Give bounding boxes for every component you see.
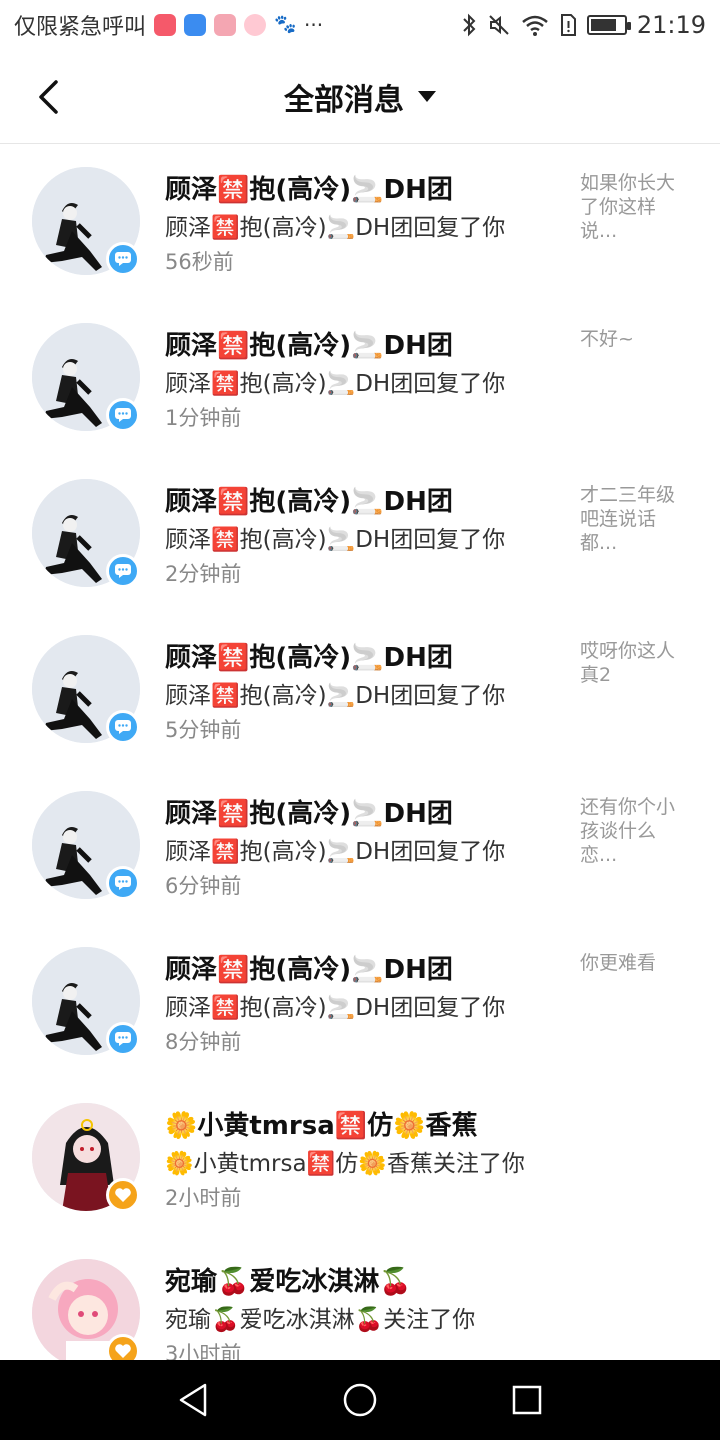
follow-heart-icon <box>106 1178 140 1212</box>
message-item[interactable]: 顾泽🈲抱(高冷)🚬DH团 顾泽🈲抱(高冷)🚬DH团回复了你 56秒前 如果你长大… <box>0 145 720 301</box>
paw-app-icon: 🐾 <box>274 14 297 36</box>
sender-name[interactable]: 顾泽🈲抱(高冷)🚬DH团 <box>165 637 453 674</box>
message-preview: 你更难看 <box>580 952 657 974</box>
status-right: 21:19 <box>461 11 706 39</box>
sender-name[interactable]: 顾泽🈲抱(高冷)🚬DH团 <box>165 793 453 830</box>
chevron-left-icon <box>39 80 58 114</box>
message-item[interactable]: 顾泽🈲抱(高冷)🚬DH团 顾泽🈲抱(高冷)🚬DH团回复了你 8分钟前 你更难看 <box>0 925 720 1081</box>
status-left: 仅限紧急呼叫 🐾 ··· <box>14 9 323 41</box>
nav-recents-button[interactable] <box>497 1370 557 1430</box>
message-preview: 才二三年级吧连说话都... <box>580 484 676 554</box>
message-item[interactable]: 顾泽🈲抱(高冷)🚬DH团 顾泽🈲抱(高冷)🚬DH团回复了你 1分钟前 不好~ <box>0 301 720 457</box>
message-list[interactable]: 顾泽🈲抱(高冷)🚬DH团 顾泽🈲抱(高冷)🚬DH团回复了你 56秒前 如果你长大… <box>0 145 720 1360</box>
page-title: 全部消息 <box>284 82 404 118</box>
carrier-text: 仅限紧急呼叫 <box>14 15 147 40</box>
shield-app-icon <box>184 14 207 36</box>
app-notification-icon <box>154 14 177 36</box>
message-description: 顾泽🈲抱(高冷)🚬DH团回复了你 <box>165 839 506 865</box>
message-item[interactable]: 顾泽🈲抱(高冷)🚬DH团 顾泽🈲抱(高冷)🚬DH团回复了你 6分钟前 还有你个小… <box>0 769 720 925</box>
status-bar: 仅限紧急呼叫 🐾 ··· 21:19 <box>0 0 720 50</box>
nav-back-button[interactable] <box>163 1370 223 1430</box>
message-preview: 如果你长大了你这样说... <box>580 172 676 242</box>
battery-fill <box>590 19 617 31</box>
message-time: 5分钟前 <box>165 718 242 742</box>
system-navigation-bar <box>0 1360 720 1440</box>
message-preview: 不好~ <box>580 328 634 350</box>
follow-heart-icon <box>106 1334 140 1360</box>
square-recents-icon <box>512 1385 541 1415</box>
header: 全部消息 <box>0 50 720 144</box>
message-description: 顾泽🈲抱(高冷)🚬DH团回复了你 <box>165 527 506 553</box>
message-description: 🌼小黄tmrsa🈲仿🌼香蕉关注了你 <box>165 1151 525 1177</box>
reply-message-icon <box>106 866 140 900</box>
sender-name[interactable]: 顾泽🈲抱(高冷)🚬DH团 <box>165 949 453 986</box>
message-preview: 哎呀你这人真2 <box>580 640 676 686</box>
message-time: 3小时前 <box>165 1342 242 1360</box>
message-description: 顾泽🈲抱(高冷)🚬DH团回复了你 <box>165 215 506 241</box>
message-time: 56秒前 <box>165 250 234 274</box>
triangle-back-icon <box>180 1383 207 1417</box>
message-item[interactable]: 宛瑜🍒爱吃冰淇淋🍒 宛瑜🍒爱吃冰淇淋🍒关注了你 3小时前 <box>0 1237 720 1360</box>
sender-name[interactable]: 宛瑜🍒爱吃冰淇淋🍒 <box>165 1261 412 1298</box>
reply-message-icon <box>106 1022 140 1056</box>
bluetooth-icon <box>461 13 477 37</box>
reply-message-icon <box>106 710 140 744</box>
message-time: 1分钟前 <box>165 406 242 430</box>
sender-name[interactable]: 顾泽🈲抱(高冷)🚬DH团 <box>165 169 453 206</box>
reply-message-icon <box>106 398 140 432</box>
status-time: 21:19 <box>636 11 706 39</box>
back-button[interactable] <box>28 74 68 120</box>
message-time: 2小时前 <box>165 1186 242 1210</box>
message-description: 顾泽🈲抱(高冷)🚬DH团回复了你 <box>165 371 506 397</box>
message-time: 2分钟前 <box>165 562 242 586</box>
sim-alert-icon <box>559 13 577 37</box>
wifi-icon <box>521 13 549 37</box>
message-item[interactable]: 🌼小黄tmrsa🈲仿🌼香蕉 🌼小黄tmrsa🈲仿🌼香蕉关注了你 2小时前 <box>0 1081 720 1237</box>
more-notifications-icon: ··· <box>304 13 324 37</box>
message-filter-dropdown[interactable]: 全部消息 <box>284 75 436 119</box>
sender-name[interactable]: 顾泽🈲抱(高冷)🚬DH团 <box>165 325 453 362</box>
circle-app-icon <box>244 14 267 36</box>
message-item[interactable]: 顾泽🈲抱(高冷)🚬DH团 顾泽🈲抱(高冷)🚬DH团回复了你 5分钟前 哎呀你这人… <box>0 613 720 769</box>
circle-home-icon <box>343 1383 377 1417</box>
nav-home-button[interactable] <box>330 1370 390 1430</box>
message-time: 6分钟前 <box>165 874 242 898</box>
message-description: 宛瑜🍒爱吃冰淇淋🍒关注了你 <box>165 1307 476 1333</box>
sender-name[interactable]: 🌼小黄tmrsa🈲仿🌼香蕉 <box>165 1105 477 1142</box>
mute-icon <box>487 13 511 37</box>
caret-down-icon <box>418 91 436 102</box>
message-time: 8分钟前 <box>165 1030 242 1054</box>
message-item[interactable]: 顾泽🈲抱(高冷)🚬DH团 顾泽🈲抱(高冷)🚬DH团回复了你 2分钟前 才二三年级… <box>0 457 720 613</box>
message-description: 顾泽🈲抱(高冷)🚬DH团回复了你 <box>165 683 506 709</box>
reply-message-icon <box>106 242 140 276</box>
message-description: 顾泽🈲抱(高冷)🚬DH团回复了你 <box>165 995 506 1021</box>
map-app-icon <box>214 14 237 36</box>
sender-name[interactable]: 顾泽🈲抱(高冷)🚬DH团 <box>165 481 453 518</box>
message-preview: 还有你个小孩谈什么恋... <box>580 796 676 866</box>
battery-icon <box>586 15 631 35</box>
reply-message-icon <box>106 554 140 588</box>
